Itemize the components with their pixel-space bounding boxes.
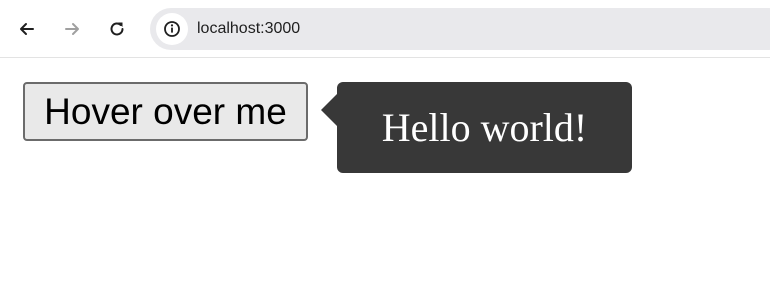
hover-button[interactable]: Hover over me	[23, 82, 308, 141]
info-icon	[164, 21, 180, 37]
tooltip: Hello world!	[321, 82, 632, 173]
address-bar[interactable]: localhost:3000	[150, 8, 770, 50]
site-info-button[interactable]	[156, 13, 188, 45]
reload-button[interactable]	[101, 13, 133, 45]
browser-toolbar: localhost:3000	[0, 0, 770, 58]
page-content: Hover over me Hello world!	[0, 59, 770, 302]
arrow-right-icon	[65, 23, 79, 35]
tooltip-arrow	[321, 94, 337, 126]
arrow-left-icon	[20, 23, 34, 35]
forward-button[interactable]	[56, 13, 88, 45]
tooltip-text: Hello world!	[381, 105, 588, 150]
url-text[interactable]: localhost:3000	[197, 8, 300, 50]
back-button[interactable]	[11, 13, 43, 45]
reload-icon	[110, 22, 124, 36]
